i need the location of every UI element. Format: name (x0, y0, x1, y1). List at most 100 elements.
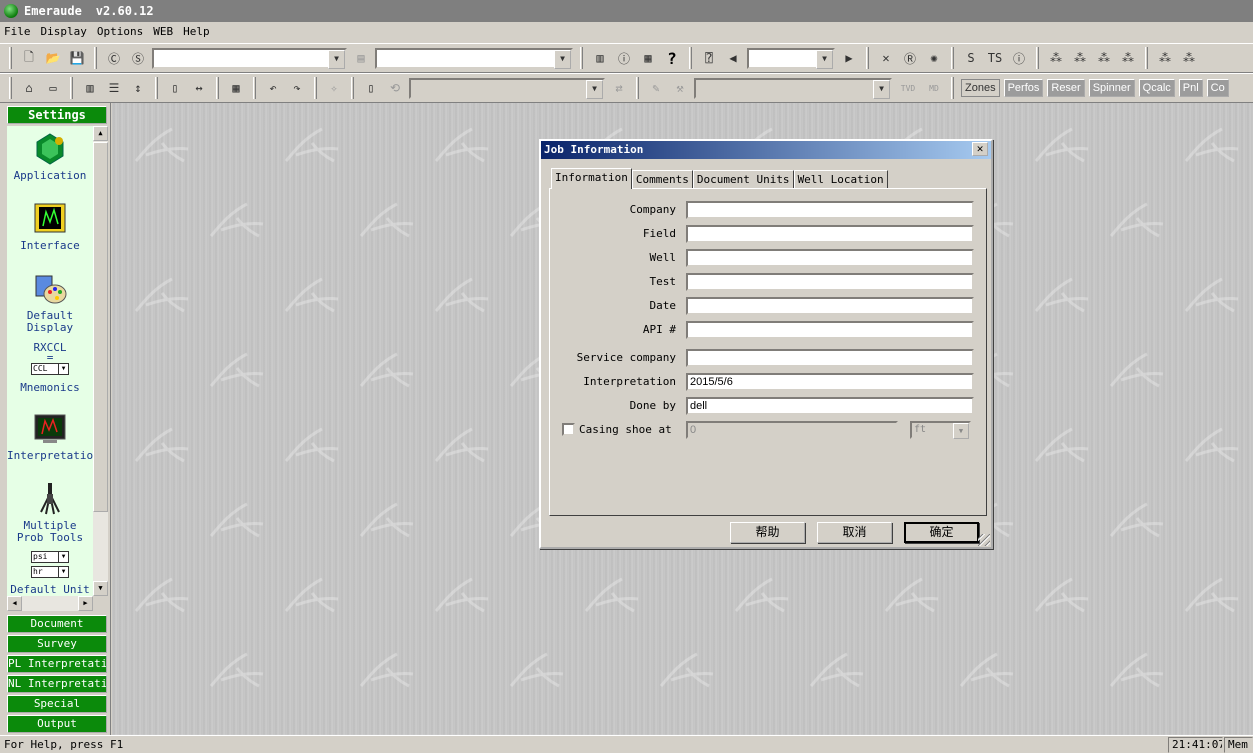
save-icon[interactable]: 💾 (67, 48, 87, 68)
settings-item-default-display[interactable]: Default Display (7, 272, 93, 334)
redo-icon[interactable]: ↷ (287, 78, 307, 98)
scroll-up-icon[interactable]: ▲ (93, 126, 108, 141)
next-arrow-icon[interactable]: ▶ (839, 48, 859, 68)
close-x-icon[interactable]: ✕ (876, 48, 896, 68)
stack-icon[interactable]: ☰ (104, 78, 124, 98)
casing-shoe-checkbox[interactable] (562, 423, 575, 436)
close-icon[interactable]: ✕ (972, 142, 988, 156)
tab-well-location[interactable]: Well Location (793, 170, 888, 189)
cancel-button[interactable]: 取消 (817, 522, 892, 543)
time-unit-select[interactable]: hr (31, 566, 69, 578)
settings-item-default-units[interactable]: psi hr Default Unit (7, 550, 93, 596)
document-edit-icon[interactable]: ▤ (351, 48, 371, 68)
toolbar-grip[interactable] (9, 47, 12, 69)
nav-nl-interpretation[interactable]: NL Interpretation (7, 675, 107, 693)
tvd-button[interactable]: TVD (896, 78, 920, 98)
settings-horizontal-scrollbar[interactable]: ◀ ▶ (7, 596, 93, 611)
new-file-icon[interactable]: 🗋 (19, 48, 39, 68)
link-icon[interactable]: ⇄ (609, 78, 629, 98)
point-tool-6-icon[interactable]: ⁂ (1179, 48, 1199, 68)
point-tool-2-icon[interactable]: ⁂ (1070, 48, 1090, 68)
interpretation-field[interactable]: 2015/5/6 (686, 373, 974, 391)
scroll-right-icon[interactable]: ▶ (78, 596, 93, 611)
tool-icon[interactable]: ⚒ (670, 78, 690, 98)
parameter-select[interactable] (694, 77, 892, 99)
point-tool-3-icon[interactable]: ⁂ (1094, 48, 1114, 68)
settings-item-multiple-probe[interactable]: Multiple Prob Tools (7, 482, 93, 544)
resize-grip-icon[interactable] (978, 534, 990, 546)
refresh-icon[interactable]: ⟲ (385, 78, 405, 98)
settings-item-interface[interactable]: Interface (7, 202, 93, 252)
layout-icon[interactable]: ▭ (43, 78, 63, 98)
spinner-button[interactable]: Spinner (1088, 79, 1135, 97)
track-icon[interactable]: ▯ (165, 78, 185, 98)
c-box-icon[interactable]: Ⓒ (104, 48, 124, 68)
point-tool-4-icon[interactable]: ⁂ (1118, 48, 1138, 68)
settings-item-mnemonics[interactable]: RXCCL = CCL Mnemonics (7, 342, 93, 394)
date-field[interactable] (686, 297, 974, 315)
pnl-button[interactable]: Pnl (1178, 79, 1203, 97)
s-letter-icon[interactable]: S (961, 48, 981, 68)
info-circle-icon[interactable]: ⓘ (1009, 48, 1029, 68)
scroll-down-icon[interactable]: ▼ (93, 581, 108, 596)
point-tool-1-icon[interactable]: ⁂ (1046, 48, 1066, 68)
nav-special[interactable]: Special (7, 695, 107, 713)
tab-information[interactable]: Information (551, 168, 632, 189)
menu-help[interactable]: Help (183, 25, 210, 38)
vertical-arrows-icon[interactable]: ↕ (128, 78, 148, 98)
nav-survey[interactable]: Survey (7, 635, 107, 653)
point-tool-5-icon[interactable]: ⁂ (1155, 48, 1175, 68)
settings-item-application[interactable]: Application (7, 132, 93, 182)
layer-select[interactable] (409, 77, 605, 99)
done-by-field[interactable]: dell (686, 397, 974, 415)
ts-letter-icon[interactable]: TS (985, 48, 1005, 68)
company-field[interactable] (686, 201, 974, 219)
perfos-button[interactable]: Perfos (1003, 79, 1044, 97)
ok-button[interactable]: 确定 (904, 522, 979, 543)
field-field[interactable] (686, 225, 974, 243)
toolbar-grip[interactable] (9, 77, 12, 99)
horizontal-arrows-icon[interactable]: ↔ (189, 78, 209, 98)
previous-arrow-icon[interactable]: ◀ (723, 48, 743, 68)
nav-output[interactable]: Output (7, 715, 107, 733)
book-icon[interactable]: ▥ (590, 48, 610, 68)
info-icon[interactable]: ⓘ (614, 48, 634, 68)
tab-document-units[interactable]: Document Units (692, 170, 794, 189)
settings-item-interpretation[interactable]: Interpretatio (7, 412, 93, 462)
scroll-thumb[interactable] (93, 142, 108, 512)
column-icon[interactable]: ▥ (80, 78, 100, 98)
reser-button[interactable]: Reser (1047, 79, 1085, 97)
settings-header[interactable]: Settings (7, 106, 107, 124)
document-select[interactable] (152, 47, 347, 69)
context-help-icon[interactable]: ⍰ (699, 48, 719, 68)
zone-select[interactable] (375, 47, 573, 69)
open-folder-icon[interactable]: 📂 (43, 48, 63, 68)
casing-shoe-depth-input[interactable]: 0 (686, 421, 898, 439)
undo-icon[interactable]: ↶ (263, 78, 283, 98)
step-select[interactable] (747, 47, 835, 69)
nav-pl-interpretation[interactable]: PL Interpretation (7, 655, 107, 673)
api-field[interactable] (686, 321, 974, 339)
md-button[interactable]: MD (924, 78, 944, 98)
test-field[interactable] (686, 273, 974, 291)
pressure-unit-select[interactable]: psi (31, 551, 69, 563)
help-button[interactable]: 帮助 (730, 522, 805, 543)
panel-icon[interactable]: ▯ (361, 78, 381, 98)
well-field[interactable] (686, 249, 974, 267)
ccl-select[interactable]: CCL (31, 363, 69, 375)
nav-document[interactable]: Document (7, 615, 107, 633)
menu-options[interactable]: Options (97, 25, 143, 38)
service-company-field[interactable] (686, 349, 974, 367)
grid-icon[interactable]: ▦ (226, 78, 246, 98)
pencil-icon[interactable]: ✎ (646, 78, 666, 98)
zones-button[interactable]: Zones (961, 79, 1000, 97)
casing-unit-select[interactable]: ft (910, 421, 971, 439)
settings-vertical-scrollbar[interactable]: ▲ ▼ (93, 126, 108, 596)
tab-comments[interactable]: Comments (631, 170, 693, 189)
scroll-left-icon[interactable]: ◀ (7, 596, 22, 611)
s-box-icon[interactable]: Ⓢ (128, 48, 148, 68)
menu-web[interactable]: WEB (153, 25, 173, 38)
help-question-icon[interactable]: ? (662, 48, 682, 68)
menu-file[interactable]: File (4, 25, 31, 38)
home-icon[interactable]: ⌂ (19, 78, 39, 98)
